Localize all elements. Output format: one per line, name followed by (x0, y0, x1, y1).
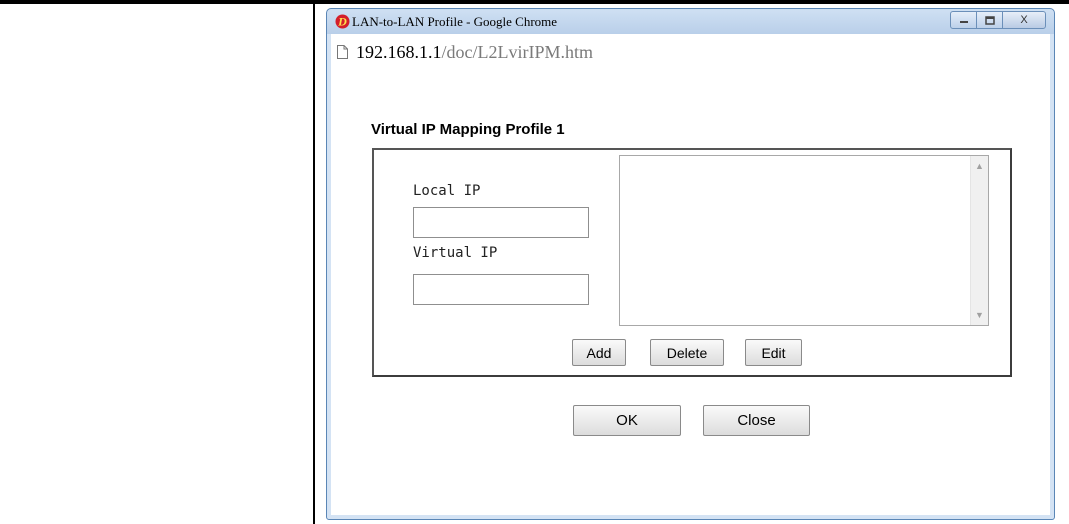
page-icon (337, 45, 348, 59)
delete-button[interactable]: Delete (650, 339, 724, 366)
ok-button[interactable]: OK (573, 405, 681, 436)
url-host: 192.168.1.1 (356, 42, 442, 62)
window-controls: X (950, 11, 1046, 29)
mapping-list-box[interactable]: ▲ ▼ (619, 155, 989, 326)
virtual-ip-label: Virtual IP (413, 245, 498, 261)
address-bar[interactable]: 192.168.1.1/doc/L2LvirIPM.htm (331, 34, 1050, 72)
mapping-group-box: Local IP Virtual IP ▲ ▼ Add Delete Edit (372, 148, 1012, 377)
minimize-button[interactable] (950, 11, 977, 29)
draytek-logo-icon: D (335, 14, 350, 29)
close-button[interactable]: Close (703, 405, 810, 436)
scroll-up-arrow-icon[interactable]: ▲ (971, 161, 988, 171)
page-content: Virtual IP Mapping Profile 1 Local IP Vi… (331, 71, 1050, 515)
url-path: /doc/L2LvirIPM.htm (441, 42, 594, 62)
local-ip-label: Local IP (413, 183, 481, 199)
virtual-ip-input[interactable] (413, 274, 589, 305)
top-rule (0, 0, 1069, 4)
add-button[interactable]: Add (572, 339, 626, 366)
chrome-popup-window: D LAN-to-LAN Profile - Google Chrome X 1… (326, 8, 1055, 520)
svg-text:D: D (337, 15, 347, 29)
vertical-divider (313, 4, 315, 524)
maximize-icon (984, 15, 995, 25)
window-title: LAN-to-LAN Profile - Google Chrome (352, 14, 558, 29)
profile-title: Virtual IP Mapping Profile 1 (371, 121, 565, 138)
url-text[interactable]: 192.168.1.1/doc/L2LvirIPM.htm (356, 42, 593, 63)
close-window-button[interactable]: X (1002, 11, 1046, 29)
local-ip-input[interactable] (413, 207, 589, 238)
edit-button[interactable]: Edit (745, 339, 802, 366)
maximize-button[interactable] (976, 11, 1003, 29)
title-bar[interactable]: D LAN-to-LAN Profile - Google Chrome X (327, 9, 1054, 34)
minimize-icon (959, 21, 968, 23)
close-icon: X (1020, 14, 1028, 26)
scroll-down-arrow-icon[interactable]: ▼ (971, 310, 988, 320)
list-scrollbar[interactable]: ▲ ▼ (970, 156, 988, 325)
